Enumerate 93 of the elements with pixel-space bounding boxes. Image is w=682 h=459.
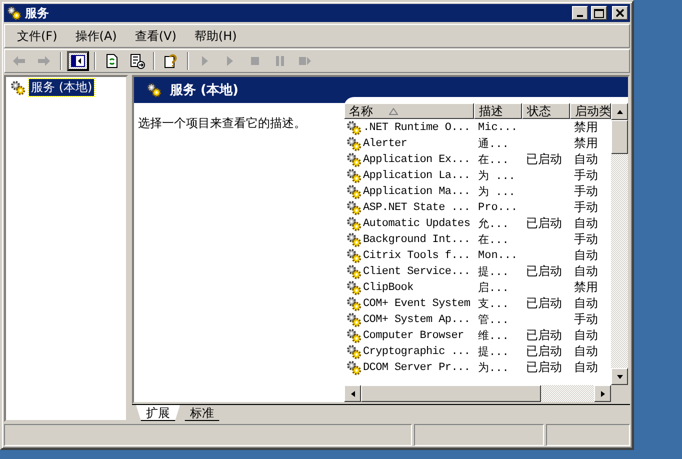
description-cell-text: 为 ... [477,169,516,183]
startup-type-cell-text: 自动 [573,359,599,376]
status-cell-text: 已启动 [525,343,563,360]
startup-type-cell-text: 自动 [573,295,599,312]
description-cell-text: 提... [477,265,510,279]
forward-arrow-icon [36,53,52,69]
minimize-button[interactable] [572,6,588,20]
gears-icon [10,80,26,96]
help-icon [163,53,179,69]
startup-type-cell-text: 手动 [573,199,599,216]
status-cell-text: 已启动 [525,359,563,376]
service-name[interactable]: Application Ex... [363,154,470,166]
service-name[interactable]: ASP.NET State ... [363,202,470,214]
vertical-scrollbar[interactable] [611,103,628,385]
startup-type-cell-text: 自动 [573,343,599,360]
app-icon [6,5,22,21]
description-cell-text: 提... [477,345,510,359]
refresh-icon [104,53,120,69]
pane-title: 服务 (本地) [170,82,238,99]
startup-type-cell-text: 手动 [573,167,599,184]
startup-type-cell-text: 手动 [573,311,599,328]
startup-type-cell-text: 手动 [573,231,599,248]
toolbar-button[interactable] [67,51,89,71]
close-icon [616,9,624,17]
status-cell-text: 已启动 [525,263,563,280]
service-name[interactable]: Automatic Updates [363,218,470,230]
gears-icon [146,82,162,98]
column-header[interactable]: 状态 [522,103,570,119]
scroll-right-button[interactable] [594,385,611,402]
startup-type-cell-text: 禁用 [573,135,599,152]
service-name[interactable]: COM+ Event System [363,298,470,310]
service-name[interactable]: Client Service... [363,266,470,278]
caret-icon [616,372,624,380]
startup-type-cell-text: 自动 [573,215,599,232]
service-name[interactable]: ClipBook [363,282,414,294]
description-cell-text: 维... [477,328,510,343]
description-cell-text: 为 ... [477,185,516,199]
description-cell-text: 在... [477,153,510,167]
description-cell-text: 管... [477,313,510,327]
startup-type-cell-text: 自动 [573,327,599,344]
scroll-thumb[interactable] [611,120,628,154]
scroll-thumb[interactable] [361,385,541,402]
close-button[interactable] [612,6,628,20]
maximize-button[interactable] [591,6,607,20]
menu-item[interactable]: 文件(F) [9,26,66,46]
pane-toggle-icon [70,53,86,69]
startup-type-cell-text: 禁用 [573,279,599,296]
status-cell-text: 已启动 [525,295,563,312]
window-title: 服务 [25,4,50,22]
service-name[interactable]: COM+ System Ap... [363,314,470,326]
startup-type-cell-text: 自动 [573,247,599,264]
column-header[interactable]: 名称 [344,103,474,119]
menu-item[interactable]: 查看(V) [126,26,184,46]
startup-type-cell-text: 自动 [573,263,599,280]
service-name[interactable]: Alerter [363,138,408,150]
caret-icon [616,108,624,116]
caret-icon [348,390,356,398]
description-cell-text: 允... [477,217,510,231]
menu-item[interactable]: 操作(A) [67,26,125,46]
horizontal-scrollbar[interactable] [344,385,628,402]
menu-item[interactable]: 帮助(H) [186,26,245,46]
status-cell-text: 已启动 [525,327,563,344]
description-cell-text: 通... [477,136,510,151]
service-name[interactable]: Computer Browser [363,330,464,342]
maximize-icon [594,8,604,18]
description-cell-text: Pro... [477,202,519,214]
status-cell-text: 已启动 [525,151,563,168]
service-name[interactable]: Application La... [363,170,470,182]
service-name[interactable]: Citrix Tools f... [363,250,470,262]
description-cell-text: Mon... [477,250,519,262]
startup-type-cell-text: 手动 [573,183,599,200]
status-cell-text: 已启动 [525,215,563,232]
description-cell-text: 在... [477,233,510,247]
description-text: 选择一个项目来查看它的描述。 [137,115,307,132]
view-tab[interactable]: 扩展 [136,405,180,421]
sort-arrow-icon [389,108,398,115]
startup-type-cell-text: 禁用 [573,119,599,136]
description-cell-text: 启... [477,280,510,295]
service-name[interactable]: Cryptographic ... [363,346,470,358]
description-cell-text: 支... [477,297,510,311]
startup-type-cell-text: 自动 [573,151,599,168]
service-name[interactable]: DCOM Server Pr... [363,362,470,374]
service-name[interactable]: Background Int... [363,234,470,246]
scroll-left-button[interactable] [344,385,361,402]
service-name[interactable]: Application Ma... [363,186,470,198]
description-cell-text: 为... [477,361,510,375]
scroll-up-button[interactable] [611,103,628,120]
export-list-icon [129,53,145,69]
column-header[interactable]: 描述 [474,103,522,119]
scroll-down-button[interactable] [611,368,628,385]
description-cell-text: Mic... [477,122,519,134]
service-name[interactable]: .NET Runtime O... [363,122,470,134]
caret-icon [598,390,606,398]
